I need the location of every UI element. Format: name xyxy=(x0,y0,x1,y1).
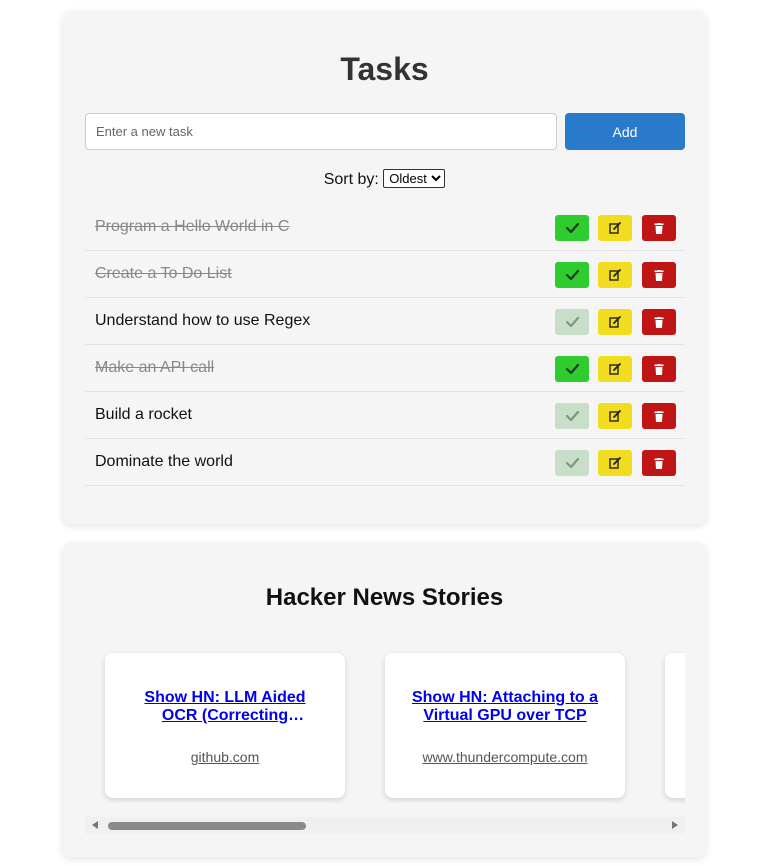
check-icon xyxy=(565,270,579,280)
check-icon xyxy=(565,223,579,233)
story-domain-link[interactable]: github.com xyxy=(105,749,345,765)
story-card: Show HN: Attaching to a Virtual GPU over… xyxy=(385,653,625,798)
delete-task-button[interactable] xyxy=(642,403,676,429)
trash-icon xyxy=(654,410,664,422)
sort-row: Sort by: Oldest xyxy=(63,169,706,189)
task-item: Dominate the world xyxy=(85,439,685,486)
task-text: Dominate the world xyxy=(95,453,233,470)
edit-task-button[interactable] xyxy=(598,403,632,429)
edit-icon xyxy=(609,269,621,281)
delete-task-button[interactable] xyxy=(642,262,676,288)
task-list: Program a Hello World in C Create a To Do… xyxy=(85,204,685,486)
edit-icon xyxy=(609,363,621,375)
check-icon xyxy=(565,411,579,421)
story-card-partial xyxy=(665,653,685,798)
hacker-news-title: Hacker News Stories xyxy=(265,584,504,611)
edit-task-button[interactable] xyxy=(598,262,632,288)
trash-icon xyxy=(654,363,664,375)
sort-select[interactable]: Oldest xyxy=(383,169,446,188)
edit-icon xyxy=(609,316,621,328)
delete-task-button[interactable] xyxy=(642,450,676,476)
hacker-news-card: Hacker News Stories Show HN: LLM Aided O… xyxy=(63,543,706,857)
complete-task-button[interactable] xyxy=(555,262,589,288)
complete-task-button[interactable] xyxy=(555,215,589,241)
edit-task-button[interactable] xyxy=(598,450,632,476)
tasks-card: Tasks Add Sort by: Oldest Program a Hell… xyxy=(63,11,706,524)
story-title-link[interactable]: Show HN: Attaching to a Virtual GPU over… xyxy=(405,689,605,725)
delete-task-button[interactable] xyxy=(642,356,676,382)
task-text: Make an API call xyxy=(95,359,215,376)
task-item: Understand how to use Regex xyxy=(85,298,685,345)
edit-icon xyxy=(609,457,621,469)
edit-task-button[interactable] xyxy=(598,356,632,382)
horizontal-scrollbar[interactable] xyxy=(85,817,685,834)
edit-icon xyxy=(609,222,621,234)
edit-task-button[interactable] xyxy=(598,215,632,241)
check-icon xyxy=(565,317,579,327)
task-item: Create a To Do List xyxy=(85,251,685,298)
story-card: Show HN: LLM Aided OCR (Correcting Tesse… xyxy=(105,653,345,798)
stories-carousel[interactable]: Show HN: LLM Aided OCR (Correcting Tesse… xyxy=(85,633,685,803)
trash-icon xyxy=(654,316,664,328)
new-task-input[interactable] xyxy=(85,113,557,150)
complete-task-button[interactable] xyxy=(555,309,589,335)
check-icon xyxy=(565,458,579,468)
sort-label: Sort by: xyxy=(323,171,379,188)
task-item: Make an API call xyxy=(85,345,685,392)
scroll-right-arrow-icon[interactable] xyxy=(672,821,678,829)
scroll-left-arrow-icon[interactable] xyxy=(92,821,98,829)
edit-icon xyxy=(609,410,621,422)
delete-task-button[interactable] xyxy=(642,215,676,241)
complete-task-button[interactable] xyxy=(555,356,589,382)
trash-icon xyxy=(654,222,664,234)
task-item: Program a Hello World in C xyxy=(85,204,685,251)
add-task-button[interactable]: Add xyxy=(565,113,685,150)
task-item: Build a rocket xyxy=(85,392,685,439)
trash-icon xyxy=(654,269,664,281)
task-text: Program a Hello World in C xyxy=(95,218,290,235)
delete-task-button[interactable] xyxy=(642,309,676,335)
complete-task-button[interactable] xyxy=(555,450,589,476)
task-text: Create a To Do List xyxy=(95,265,232,282)
story-domain-link[interactable]: www.thundercompute.com xyxy=(385,749,625,765)
trash-icon xyxy=(654,457,664,469)
task-text: Build a rocket xyxy=(95,406,192,423)
edit-task-button[interactable] xyxy=(598,309,632,335)
story-title-link[interactable]: Show HN: LLM Aided OCR (Correcting Tesse… xyxy=(125,689,325,725)
task-text: Understand how to use Regex xyxy=(95,312,311,329)
scrollbar-thumb[interactable] xyxy=(108,822,306,830)
tasks-title: Tasks xyxy=(340,51,429,87)
complete-task-button[interactable] xyxy=(555,403,589,429)
check-icon xyxy=(565,364,579,374)
